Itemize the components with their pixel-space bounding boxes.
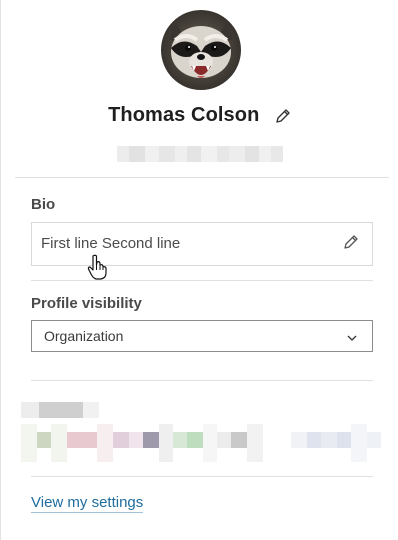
- profile-visibility-label: Profile visibility: [31, 295, 142, 312]
- bio-label: Bio: [31, 196, 56, 213]
- bio-field[interactable]: First line Second line: [31, 222, 373, 266]
- divider: [15, 177, 389, 178]
- view-my-settings-link[interactable]: View my settings: [31, 494, 144, 513]
- redacted-email: [117, 146, 283, 162]
- hand-pointer-cursor-icon: [87, 254, 109, 280]
- divider: [31, 380, 373, 381]
- edit-name-pencil-icon[interactable]: [274, 107, 292, 125]
- profile-visibility-value: Organization: [44, 328, 124, 344]
- name-row: Thomas Colson: [1, 104, 398, 132]
- bio-text: First line Second line: [41, 235, 181, 252]
- avatar[interactable]: [161, 10, 241, 90]
- profile-name: Thomas Colson: [108, 104, 260, 126]
- divider: [31, 280, 373, 281]
- profile-visibility-select[interactable]: Organization: [31, 320, 373, 352]
- raccoon-avatar-image: [161, 10, 241, 90]
- chevron-down-icon: [346, 331, 358, 343]
- profile-panel: Thomas Colson Bio First line Second line: [0, 0, 398, 540]
- redacted-content: [21, 394, 385, 464]
- divider: [31, 476, 373, 477]
- edit-bio-pencil-icon[interactable]: [342, 233, 360, 251]
